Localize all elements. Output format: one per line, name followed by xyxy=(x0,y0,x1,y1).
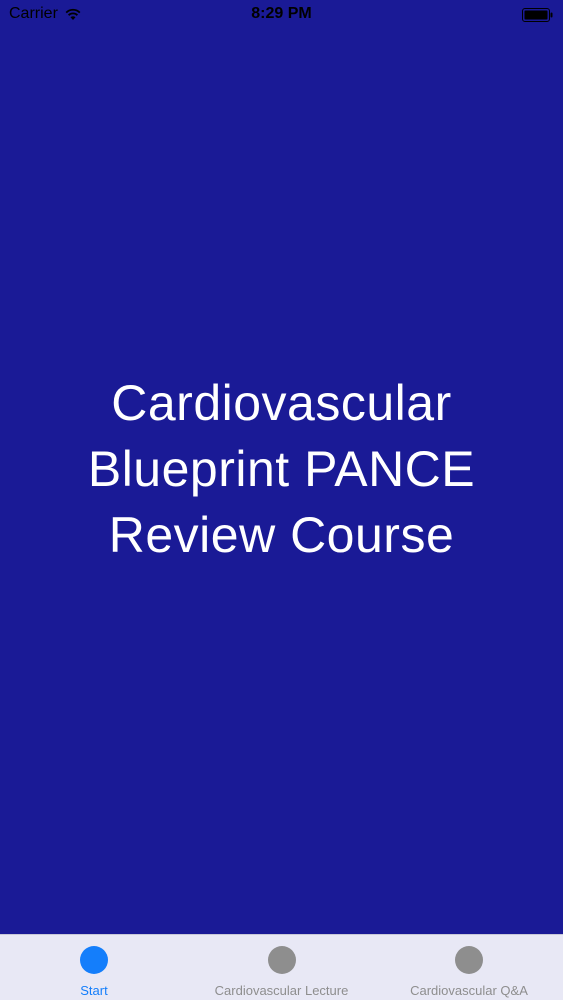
status-time: 8:29 PM xyxy=(251,5,312,22)
tab-start-label: Start xyxy=(80,983,108,998)
course-title: Cardiovascular Blueprint PANCE Review Co… xyxy=(40,370,523,568)
status-bar: Carrier 8:29 PM xyxy=(0,0,563,30)
tab-cardiovascular-lecture[interactable]: Cardiovascular Lecture xyxy=(188,935,375,1000)
tab-cardiovascular-qa-label: Cardiovascular Q&A xyxy=(410,983,528,998)
tab-cardiovascular-lecture-label: Cardiovascular Lecture xyxy=(214,983,349,998)
tab-start[interactable]: Start xyxy=(0,935,188,1000)
tab-cardiovascular-qa[interactable]: Cardiovascular Q&A xyxy=(375,935,563,1000)
circle-icon xyxy=(455,946,483,974)
circle-icon xyxy=(80,946,108,974)
title-line-2: Blueprint PANCE xyxy=(87,441,476,497)
title-line-3: Review Course xyxy=(108,507,455,563)
circle-icon xyxy=(267,946,296,974)
app-screen: Carrier 8:29 PM Cardiovascular Blueprint… xyxy=(0,0,563,1000)
tab-bar: Start Cardiovascular Lecture Cardiovascu… xyxy=(0,934,563,1000)
title-line-1: Cardiovascular xyxy=(111,375,452,431)
battery-icon xyxy=(522,8,553,22)
